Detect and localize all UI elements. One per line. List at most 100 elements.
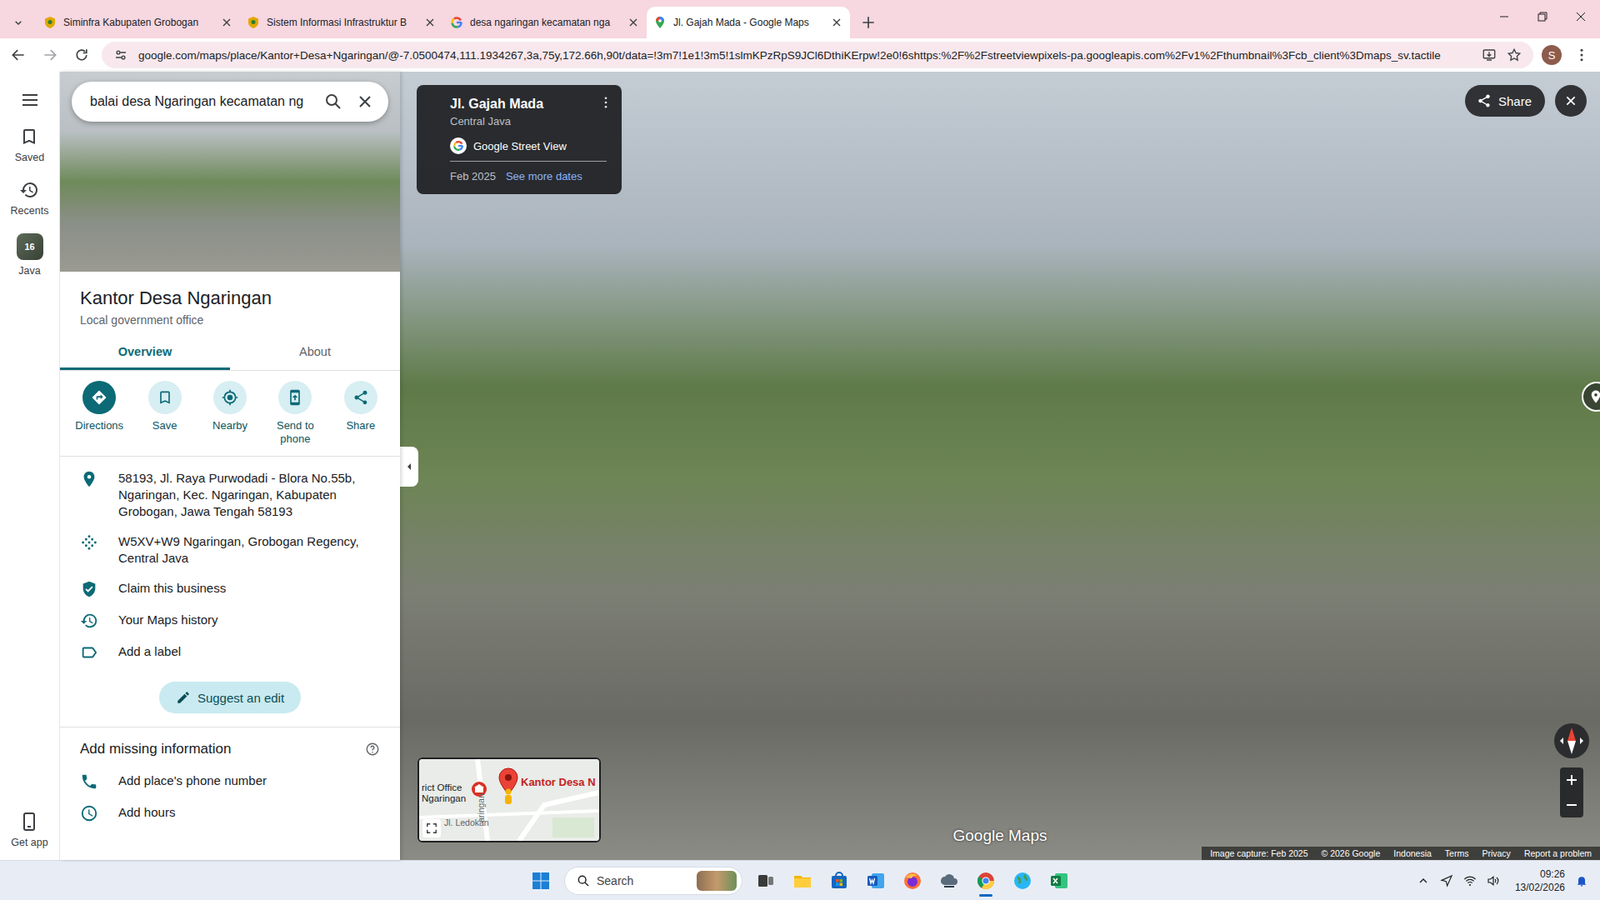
bookmark-icon (19, 126, 40, 147)
taskbar: Search 09:26 13/02/2026 (0, 860, 1600, 900)
detail-row[interactable]: W5XV+W9 Ngaringan, Grobogan Regency, Cen… (60, 526, 400, 574)
taskbar-app[interactable] (895, 864, 930, 898)
plus-code-icon (80, 533, 99, 552)
detail-row[interactable]: Add a label (60, 636, 400, 669)
action-button[interactable]: Nearby (197, 380, 263, 446)
browser-tab[interactable]: Jl. Gajah Mada - Google Maps (646, 6, 850, 39)
attribution-item[interactable]: Privacy (1481, 848, 1510, 859)
attribution-item[interactable]: Report a problem (1524, 848, 1592, 859)
search-input[interactable]: balai desa Ngaringan kecamatan ng (90, 94, 312, 110)
hamburger-menu-icon[interactable] (20, 90, 40, 110)
profile-button[interactable]: S (1541, 45, 1562, 65)
help-icon[interactable] (365, 741, 380, 757)
new-tab-icon[interactable] (860, 14, 877, 31)
forward-icon[interactable] (38, 43, 62, 67)
browser-tab[interactable]: Siminfra Kabupaten Grobogan (36, 6, 240, 39)
address-bar[interactable]: google.com/maps/place/Kantor+Desa+Ngarin… (101, 41, 1534, 69)
install-icon[interactable] (1481, 47, 1497, 63)
notification-bell-icon[interactable] (1575, 874, 1589, 888)
tab-strip: Siminfra Kabupaten Grobogan Sistem Infor… (0, 0, 1600, 39)
see-more-dates-link[interactable]: See more dates (505, 170, 583, 183)
place-tab[interactable]: About (230, 335, 400, 370)
taskbar-search[interactable]: Search (564, 866, 743, 895)
show-hidden-icons-icon[interactable] (1416, 874, 1430, 888)
action-button[interactable]: Save (131, 380, 197, 446)
clear-icon[interactable] (355, 91, 375, 112)
missing-info-row[interactable]: Add place's phone number (60, 765, 400, 798)
attribution-item[interactable]: Image capture: Feb 2025 (1210, 848, 1308, 859)
detail-row[interactable]: Claim this business (60, 573, 400, 605)
action-button[interactable]: Directions (66, 380, 132, 446)
place-tab[interactable]: Overview (60, 335, 230, 370)
minimap[interactable]: rict OfficeNgaringan Kantor Desa N Jl. L… (417, 757, 601, 843)
attribution-item[interactable]: Terms (1445, 848, 1470, 859)
more-icon[interactable] (598, 95, 614, 110)
location-icon (80, 470, 99, 489)
close-street-view-button[interactable] (1555, 85, 1587, 117)
place-category[interactable]: Local government office (80, 313, 380, 327)
taskbar-app[interactable] (822, 864, 856, 898)
attribution-item[interactable]: Indonesia (1393, 848, 1432, 859)
close-icon[interactable] (830, 15, 844, 30)
taskbar-app[interactable] (1005, 864, 1040, 898)
suggest-edit-button[interactable]: Suggest an edit (159, 681, 301, 714)
zoom-out-icon[interactable] (1560, 792, 1584, 818)
detail-row[interactable]: 58193, Jl. Raya Purwodadi - Blora No.55b… (60, 463, 400, 527)
tab-search-button[interactable] (6, 6, 30, 39)
restore-button[interactable] (1523, 0, 1562, 34)
site-info-icon[interactable] (113, 47, 129, 63)
place-photo[interactable]: balai desa Ngaringan kecamatan ng (60, 71, 400, 272)
menu-dots-icon[interactable] (1570, 43, 1594, 67)
expand-map-button[interactable] (422, 819, 441, 838)
detail-row[interactable]: Your Maps history (60, 605, 400, 637)
close-window-button[interactable] (1561, 0, 1600, 34)
wifi-icon[interactable] (1463, 874, 1477, 888)
compass[interactable] (1553, 722, 1590, 760)
location-icon[interactable] (1440, 874, 1454, 888)
location-pin-button[interactable] (1581, 381, 1600, 412)
rail-item[interactable]: Recents (10, 180, 50, 217)
minimize-icon (1499, 11, 1510, 22)
directions-icon (90, 389, 108, 406)
collapse-panel-button[interactable] (400, 446, 419, 487)
missing-info-row[interactable]: Add hours (60, 797, 400, 830)
minimize-button[interactable] (1485, 0, 1524, 34)
taskbar-app[interactable] (932, 864, 966, 898)
taskbar-app[interactable] (969, 864, 1003, 898)
share-icon (352, 389, 370, 406)
star-icon[interactable] (1506, 47, 1522, 63)
maps-pin-icon (653, 15, 667, 30)
taskbar-app[interactable] (785, 864, 820, 898)
office-label-line: rict Office (421, 782, 466, 794)
zoom-control (1560, 767, 1584, 818)
start-button[interactable] (524, 864, 558, 898)
back-icon[interactable] (6, 43, 30, 67)
rail-item[interactable]: 16 Java (16, 233, 44, 277)
browser-tab[interactable]: desa ngaringan kecamatan nga (443, 6, 647, 39)
attribution-item[interactable]: © 2026 Google (1321, 848, 1381, 859)
browser-tab[interactable]: Sistem Informasi Infrastruktur B (240, 6, 444, 39)
taskbar-app[interactable] (859, 864, 893, 898)
reload-icon[interactable] (70, 43, 94, 67)
rail-item[interactable]: Saved (15, 126, 45, 164)
action-button[interactable]: Send to phone (262, 380, 328, 446)
action-button[interactable]: Share (328, 380, 394, 446)
volume-icon[interactable] (1486, 874, 1500, 888)
street-view[interactable]: Jl. Gajah Mada Central Java Google Stree… (400, 71, 1600, 860)
share-button[interactable]: Share (1465, 85, 1545, 117)
search-icon[interactable] (323, 91, 344, 112)
close-icon[interactable] (423, 15, 437, 30)
zoom-in-icon[interactable] (1560, 767, 1584, 793)
close-icon[interactable] (626, 15, 640, 30)
get-app-button[interactable]: Get app (10, 811, 48, 860)
taskbar-app[interactable] (1042, 864, 1076, 898)
close-icon[interactable] (220, 15, 234, 30)
office-label: rict OfficeNgaringan (421, 782, 466, 805)
missing-info-header: Add missing information (60, 737, 400, 766)
action-row: Directions Save Nearby Send to phone Sha… (60, 370, 400, 457)
taskbar-app[interactable] (749, 864, 783, 898)
google-icon (450, 15, 464, 30)
clock[interactable]: 09:26 13/02/2026 (1515, 867, 1565, 895)
road-label: aringan (475, 793, 486, 823)
search-box[interactable]: balai desa Ngaringan kecamatan ng (71, 81, 389, 122)
